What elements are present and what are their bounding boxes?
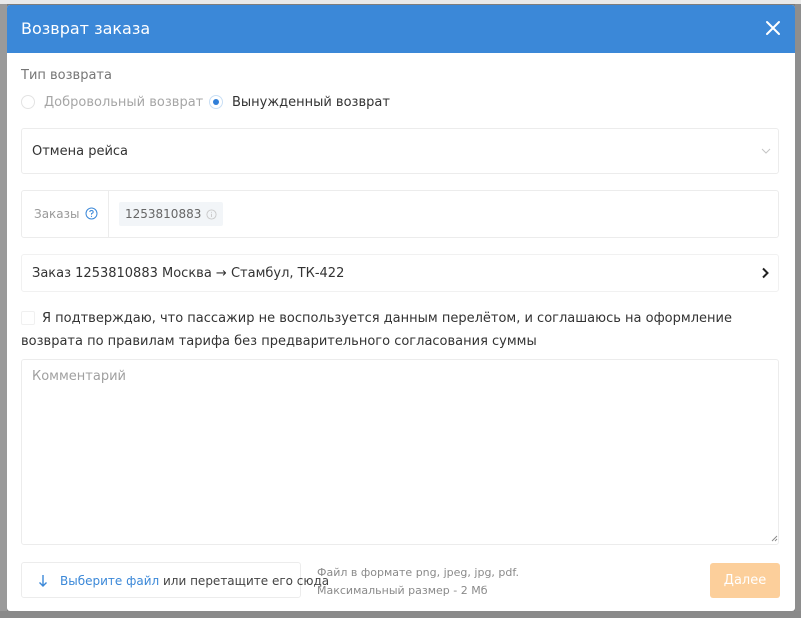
orders-field: Заказы 1253810883 (21, 190, 779, 238)
arrow-down-icon (39, 575, 47, 587)
background-overlay-left (0, 4, 7, 618)
file-upload-button[interactable]: Выберите файл или перетащите его сюда (21, 562, 329, 598)
close-button[interactable] (760, 15, 786, 41)
order-route-text: Заказ 1253810883 Москва → Стамбул, ТК-42… (32, 266, 345, 281)
modal-header: Возврат заказа (7, 5, 795, 53)
confirmation-block: Я подтверждаю, что пассажир не воспользу… (21, 307, 781, 353)
reason-select[interactable]: Отмена рейса (21, 128, 779, 174)
upload-drag-text: или перетащите его сюда (159, 574, 330, 588)
info-icon[interactable] (206, 208, 217, 220)
comment-textarea[interactable] (21, 359, 779, 545)
chevron-down-icon (761, 148, 771, 154)
file-hint: Файл в формате png, jpeg, jpg, pdf. Макс… (317, 564, 519, 600)
reason-select-value: Отмена рейса (32, 144, 129, 159)
refund-modal: Возврат заказа Тип возврата Добровольный… (7, 5, 795, 611)
question-icon[interactable] (85, 207, 98, 220)
background-overlay-bottom (0, 611, 801, 618)
order-chip: 1253810883 (119, 202, 224, 226)
modal-title: Возврат заказа (21, 19, 151, 38)
radio-voluntary-label: Добровольный возврат (44, 95, 204, 110)
file-format-hint: Файл в формате png, jpeg, jpg, pdf. (317, 566, 519, 579)
order-chip-number: 1253810883 (125, 207, 202, 221)
orders-label: Заказы (34, 207, 80, 221)
choose-file-link[interactable]: Выберите файл (60, 574, 159, 588)
resize-handle-icon[interactable] (771, 535, 778, 542)
background-page-strip (0, 0, 801, 4)
upload-text: Выберите файл или перетащите его сюда (60, 574, 329, 588)
radio-forced-circle[interactable] (209, 95, 223, 109)
next-button[interactable]: Далее (710, 563, 780, 598)
orders-label-cell: Заказы (22, 191, 109, 237)
close-icon (766, 21, 780, 35)
order-route-row[interactable]: Заказ 1253810883 Москва → Стамбул, ТК-42… (21, 254, 779, 292)
radio-forced-label: Вынужденный возврат (232, 95, 390, 110)
background-overlay-right (795, 4, 801, 618)
confirmation-text: Я подтверждаю, что пассажир не воспользу… (21, 311, 732, 349)
file-size-hint: Максимальный размер - 2 Мб (317, 584, 488, 597)
refund-type-label: Тип возврата (21, 68, 112, 83)
chevron-right-icon (762, 267, 769, 279)
confirmation-checkbox[interactable] (21, 311, 35, 325)
radio-voluntary-circle[interactable] (21, 95, 35, 109)
